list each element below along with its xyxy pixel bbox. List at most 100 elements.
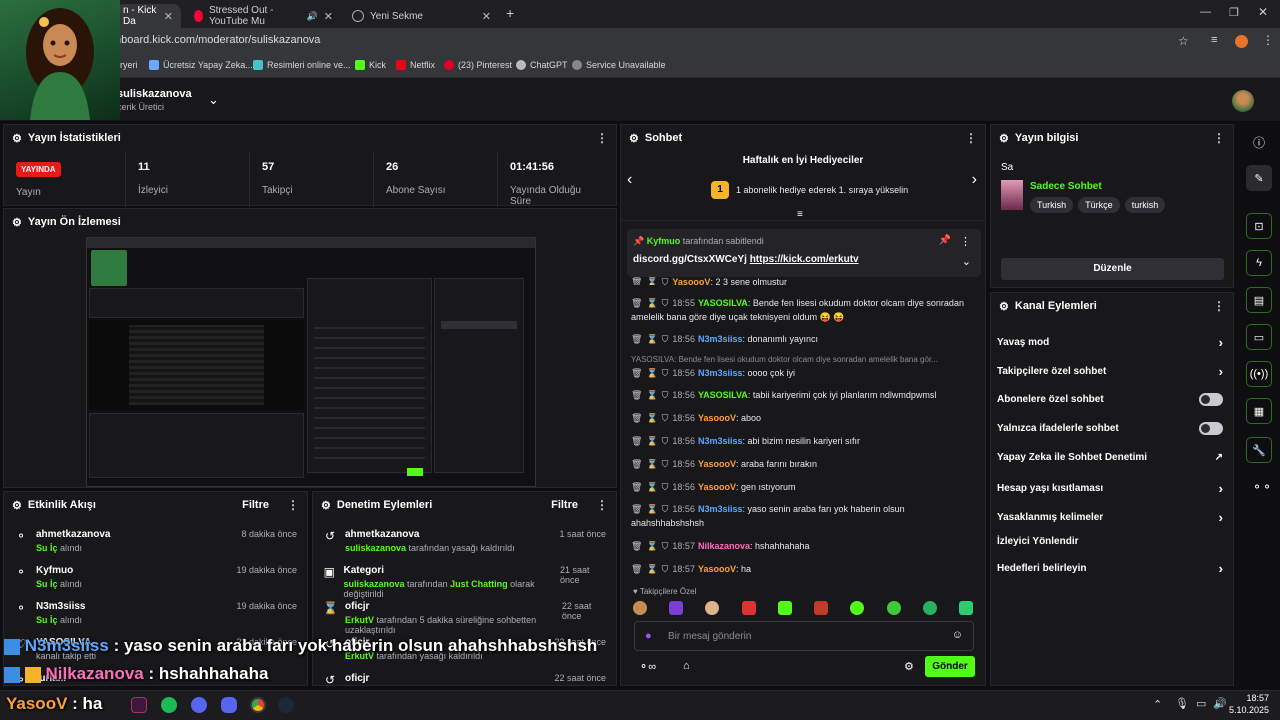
chevron-left-icon[interactable]: ‹	[627, 171, 632, 189]
target-name[interactable]: Kategori	[344, 565, 553, 576]
more-icon[interactable]: ⋮	[287, 498, 299, 512]
shield-icon[interactable]: ⛉	[662, 482, 669, 492]
emote[interactable]	[777, 601, 792, 615]
chat-user[interactable]: N3m3siiss	[698, 368, 743, 378]
emote[interactable]	[741, 601, 756, 615]
pinned-link[interactable]: https://kick.com/erkutv	[750, 254, 859, 265]
shield-icon[interactable]: ⛉	[662, 504, 669, 514]
profile-avatar[interactable]	[1235, 35, 1248, 48]
info-icon[interactable]: ⓘ	[1253, 134, 1265, 151]
bubbles-icon[interactable]: ⚬⚬	[1252, 480, 1272, 494]
hourglass-icon[interactable]: ⌛	[646, 504, 657, 514]
avatar[interactable]	[1232, 90, 1254, 112]
category-link[interactable]: Sadece Sohbet	[1030, 181, 1102, 192]
hourglass-icon[interactable]: ⌛	[646, 541, 657, 551]
chat-user[interactable]: YasoooV	[698, 482, 736, 492]
discord-icon[interactable]	[221, 697, 237, 713]
tag[interactable]: Türkçe	[1078, 197, 1120, 213]
tab-youtube[interactable]: Stressed Out - YouTube Mu 🔊 ✕	[186, 4, 341, 28]
actor-name[interactable]: suliskazanova	[345, 543, 406, 553]
action-banned-words[interactable]: Yasaklanmış kelimeler ›	[997, 510, 1223, 525]
emote[interactable]	[922, 601, 937, 615]
emote[interactable]	[814, 601, 829, 615]
shield-icon[interactable]: ⛉	[662, 298, 669, 308]
close-icon[interactable]: ✕	[164, 10, 173, 23]
pin-icon[interactable]: 📌	[939, 235, 951, 246]
close-icon[interactable]: ✕	[324, 10, 333, 23]
media-icon[interactable]: ≡	[1211, 34, 1217, 46]
user-name[interactable]: ahmetkazanova	[36, 529, 110, 540]
chat-user[interactable]: YasoooV	[698, 413, 736, 423]
action-account-age[interactable]: Hesap yaşı kısıtlaması ›	[997, 481, 1223, 496]
new-tab-icon[interactable]: +	[506, 5, 514, 21]
pinner-name[interactable]: Kyfmuo	[647, 236, 681, 246]
hourglass-icon[interactable]: ⌛	[646, 564, 657, 574]
menu-icon[interactable]: ⋮	[1262, 33, 1274, 47]
wrench-icon[interactable]: 🔧	[1246, 437, 1272, 463]
emote-only-toggle[interactable]	[1199, 422, 1223, 435]
delete-icon[interactable]: 🗑	[631, 541, 642, 551]
delete-icon[interactable]: 🗑	[631, 277, 642, 285]
chevron-up-icon[interactable]: ⌃	[1153, 698, 1162, 711]
emote[interactable]	[669, 601, 684, 615]
hourglass-icon[interactable]: ⌛	[646, 277, 657, 285]
delete-icon[interactable]: 🗑	[631, 334, 642, 344]
delete-icon[interactable]: 🗑	[631, 482, 642, 492]
delete-icon[interactable]: 🗑	[631, 459, 642, 469]
shield-icon[interactable]: ⛉	[662, 368, 669, 378]
shield-icon[interactable]: ⛉	[662, 413, 669, 423]
chevron-right-icon[interactable]: ›	[972, 171, 977, 189]
microphone-icon[interactable]: ●	[645, 630, 652, 642]
shield-icon[interactable]: ⛉	[662, 459, 669, 469]
clock-time[interactable]: 18:57	[1233, 693, 1269, 703]
user-name[interactable]: Kyfmuo	[36, 565, 82, 576]
spotify-icon[interactable]	[161, 697, 177, 713]
chat-icon[interactable]: ▭	[1246, 324, 1272, 350]
delete-icon[interactable]: 🗑	[631, 298, 642, 308]
bookmark-item[interactable]: Resimleri online ve...	[253, 60, 351, 70]
shield-icon[interactable]: ⛉	[662, 334, 669, 344]
chevron-down-icon[interactable]: ⌄	[208, 92, 219, 108]
action-followers-only[interactable]: Takipçilere özel sohbet ›	[997, 364, 1223, 379]
bookmark-item[interactable]: (23) Pinterest	[444, 60, 512, 70]
emoji-icon[interactable]: ☺	[952, 629, 963, 641]
target-name[interactable]: oficjr	[345, 601, 554, 612]
chat-user[interactable]: N3m3siiss	[698, 436, 743, 446]
bookmark-item[interactable]: ChatGPT	[516, 60, 568, 70]
tag[interactable]: Turkish	[1030, 197, 1074, 213]
emote[interactable]	[886, 601, 901, 615]
video-preview[interactable]	[86, 237, 536, 487]
hourglass-icon[interactable]: ⌛	[646, 436, 657, 446]
broadcast-icon[interactable]: ((•))	[1246, 361, 1272, 387]
chat-user[interactable]: YASOSILVA	[698, 390, 748, 400]
chat-user[interactable]: YasoooV	[698, 459, 736, 469]
star-icon[interactable]: ☆	[1178, 34, 1189, 48]
chat-input[interactable]: ● Bir mesaj gönderin ☺	[634, 621, 974, 651]
more-icon[interactable]: ⋮	[596, 131, 608, 145]
close-window-icon[interactable]: ✕	[1258, 5, 1268, 19]
emote[interactable]	[633, 601, 647, 615]
lightning-icon[interactable]: ϟ	[1246, 250, 1272, 276]
filter-button[interactable]: Filtre	[242, 499, 269, 511]
emote[interactable]	[958, 601, 973, 615]
clipboard-icon[interactable]: ▤	[1246, 287, 1272, 313]
user-name[interactable]: N3m3siiss	[36, 601, 85, 612]
shield-icon[interactable]: ⛉	[662, 564, 669, 574]
url-field[interactable]: hboard.kick.com/moderator/suliskazanova	[115, 34, 320, 46]
app-icon[interactable]	[131, 697, 147, 713]
hourglass-icon[interactable]: ⌛	[646, 298, 657, 308]
edit-button[interactable]: Düzenle	[1001, 258, 1224, 280]
network-icon[interactable]: ▭	[1196, 697, 1206, 710]
hourglass-icon[interactable]: ⌛	[646, 368, 657, 378]
shield-icon[interactable]: ⛉	[662, 277, 669, 285]
clock-date[interactable]: 5.10.2025	[1222, 705, 1269, 715]
more-icon[interactable]: ⋮	[1213, 131, 1225, 145]
tag[interactable]: turkish	[1124, 197, 1166, 213]
emote[interactable]	[705, 601, 720, 615]
action-host[interactable]: İzleyici Yönlendir	[997, 536, 1223, 547]
hourglass-icon[interactable]: ⌛	[646, 459, 657, 469]
target-name[interactable]: ahmetkazanova	[345, 529, 515, 540]
target-name[interactable]: oficjr	[345, 673, 369, 684]
chat-user[interactable]: N3m3siiss	[698, 504, 743, 514]
reply-preview[interactable]: YASOSILVA: Bende fen lisesi okudum dokto…	[631, 353, 975, 367]
